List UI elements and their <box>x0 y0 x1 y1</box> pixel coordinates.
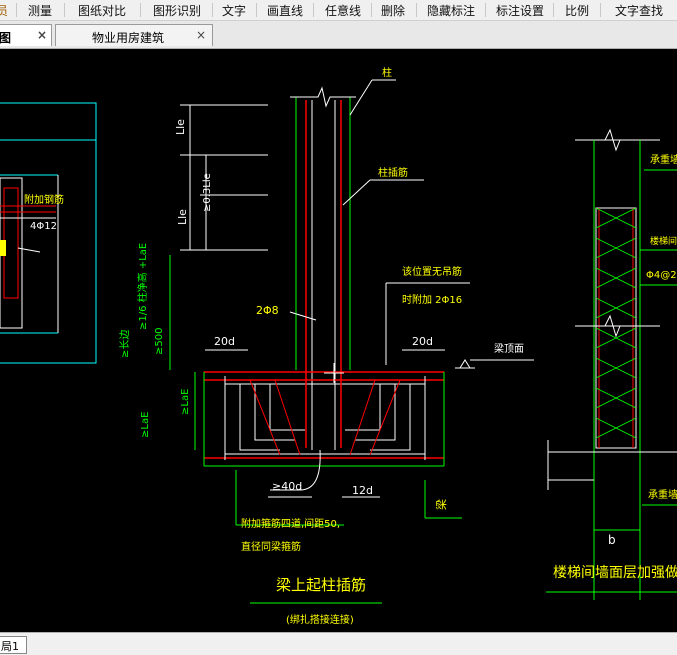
layout-tab-label: 局1 <box>1 640 19 653</box>
tab-property-building-label: 物业用房建筑 <box>92 31 165 45</box>
stair-wall-detail: 承重墙 楼梯间 Φ4@2 承重墙 b 楼梯间墙面层加强做 <box>546 128 677 600</box>
menu-separator <box>212 3 213 17</box>
menu-separator <box>313 3 314 17</box>
menu-separator <box>256 3 257 17</box>
layout-tab[interactable]: 局1 <box>0 636 27 654</box>
menu-bar: 员 测量 图纸对比 图形识别 文字 画直线 任意线 删除 隐藏标注 标注设置 比… <box>0 0 677 21</box>
menu-item-hide-annotation[interactable]: 隐藏标注 <box>427 2 475 19</box>
dim-lae-vertical: ≥LaE <box>180 389 191 415</box>
dim-lae-prefix: ≥LaE <box>140 412 151 438</box>
column-rebar-detail: Lle Lle ≥0.3Lle ≥1/6 柱净高 +LaE ≥长边 ≥500 柱… <box>119 66 534 626</box>
left-note-added-rebar: 附加钢筋 <box>24 193 64 206</box>
tab-drawing[interactable]: 图 × <box>0 24 52 46</box>
menu-separator <box>16 3 17 17</box>
tab-property-building[interactable]: 物业用房建筑 × <box>55 24 213 46</box>
menu-item-delete[interactable]: 删除 <box>381 2 405 19</box>
menu-item-measure[interactable]: 测量 <box>28 2 52 19</box>
dim-20d-right: 20d <box>412 335 433 348</box>
menu-item-text[interactable]: 文字 <box>222 2 246 19</box>
menu-separator <box>416 3 417 17</box>
label-stair: 楼梯间 <box>650 235 677 247</box>
close-icon[interactable]: × <box>37 28 47 42</box>
note-add-2phi16: 时附加 2Φ16 <box>402 293 462 306</box>
detail-title-stair-wall: 楼梯间墙面层加强做法 <box>553 565 677 581</box>
menu-separator <box>553 3 554 17</box>
menu-item-scale[interactable]: 比例 <box>565 2 589 19</box>
dim-500: ≥500 <box>154 328 165 355</box>
dim-side-long: ≥长边 <box>119 330 131 358</box>
label-beam: 梁 <box>434 499 448 510</box>
dim-20d-left: 20d <box>214 335 235 348</box>
label-rebar-2phi8: 2Φ8 <box>256 304 279 317</box>
menu-item-free-line[interactable]: 任意线 <box>325 2 361 19</box>
menu-separator <box>64 3 65 17</box>
close-icon[interactable]: × <box>196 28 206 42</box>
dim-40d: ≥40d <box>272 480 302 493</box>
detail-subtitle-lap-splice: (绑扎搭接连接) <box>286 613 354 626</box>
dim-b: b <box>608 533 616 547</box>
status-bar: 局1 <box>0 632 677 655</box>
left-partial-detail: 附加钢筋 4Φ12 <box>0 102 97 364</box>
label-beam-top: 梁顶面 <box>494 342 524 355</box>
label-rebar-spacing: Φ4@2 <box>646 270 677 281</box>
menu-separator <box>485 3 486 17</box>
cad-drawing-canvas[interactable]: 附加钢筋 4Φ12 Lle Lle ≥0.3Lle ≥1/6 柱净高 +LaE … <box>0 49 677 632</box>
menu-item-draw-line[interactable]: 画直线 <box>267 2 303 19</box>
menu-item-shape-recognition[interactable]: 图形识别 <box>153 2 201 19</box>
detail-title-column-insert: 梁上起柱插筋 <box>276 576 366 594</box>
dim-lle-mid: Lle <box>176 209 189 225</box>
menu-separator <box>371 3 372 17</box>
cad-drawing: 附加钢筋 4Φ12 Lle Lle ≥0.3Lle ≥1/6 柱净高 +LaE … <box>0 66 677 626</box>
menu-item-drawing-compare[interactable]: 图纸对比 <box>78 2 126 19</box>
dim-lle-top: Lle <box>174 119 187 135</box>
tab-drawing-label: 图 <box>0 31 12 45</box>
note-stirrup-line1: 附加箍筋四道,间距50, <box>241 517 340 530</box>
menu-item-clipped[interactable]: 员 <box>0 2 8 19</box>
note-no-hanger: 该位置无吊筋 <box>402 265 462 278</box>
label-bearing-wall-top: 承重墙 <box>650 153 677 166</box>
label-column: 柱 <box>382 66 392 79</box>
label-column-insert: 柱插筋 <box>378 166 408 179</box>
document-tab-bar: 图 × 物业用房建筑 × <box>0 21 677 49</box>
note-stirrup-line2: 直径同梁箍筋 <box>241 540 301 553</box>
left-note-rebar-spec: 4Φ12 <box>30 221 57 232</box>
menu-item-annotation-settings[interactable]: 标注设置 <box>496 2 544 19</box>
dim-03lle: ≥0.3Lle <box>202 173 213 212</box>
menu-separator <box>140 3 141 17</box>
menu-separator <box>600 3 601 17</box>
dim-12d: 12d <box>352 484 373 497</box>
menu-item-text-search[interactable]: 文字查找 <box>615 2 663 19</box>
label-bearing-wall-bottom: 承重墙 <box>648 488 677 501</box>
dim-side-combo: ≥1/6 柱净高 +LaE <box>136 243 149 330</box>
